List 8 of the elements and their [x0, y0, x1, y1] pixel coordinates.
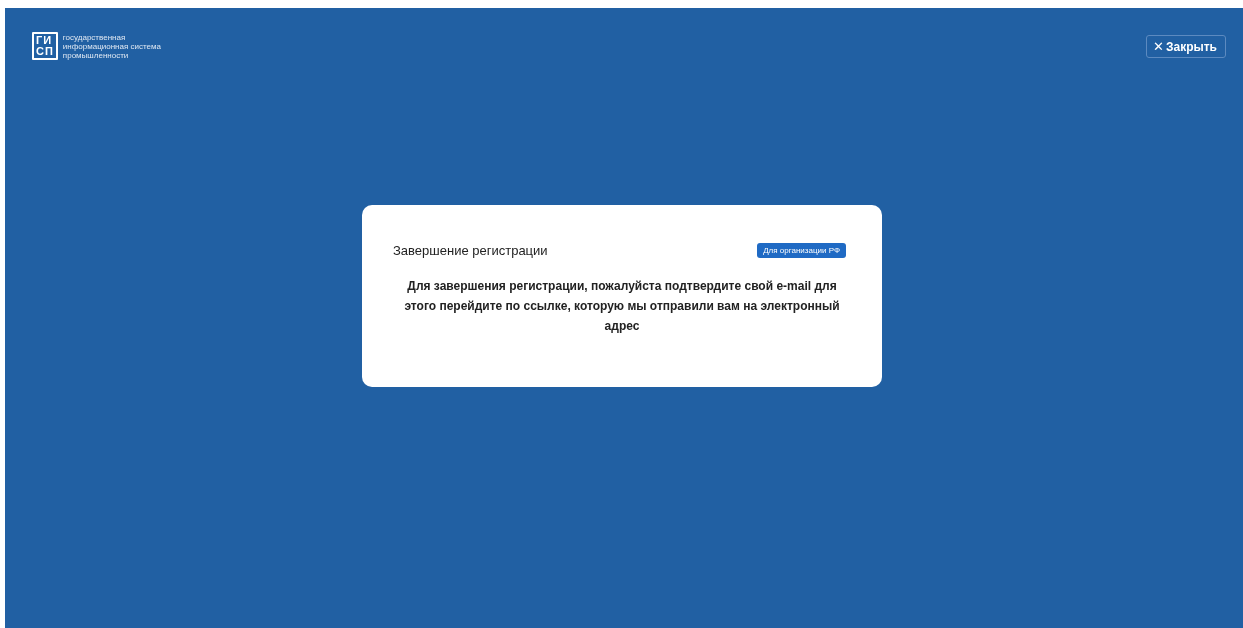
close-button[interactable]: ✕Закрыть	[1145, 35, 1226, 58]
dialog-title: Завершение регистрации	[393, 243, 548, 258]
logo-text: информационная система	[62, 41, 161, 51]
logo-mark: ГИ СП	[32, 32, 58, 60]
logo-text: промышленности	[62, 50, 129, 60]
confirmation-message: Для завершения регистрации, пожалуйста подтвердите свой e-mail для этого перейдите по ссылке, которую мы отправили вам на электронный адрес	[403, 278, 841, 335]
organization-badge: Для организации РФ	[757, 243, 846, 258]
logo-text: государственная	[62, 32, 126, 42]
